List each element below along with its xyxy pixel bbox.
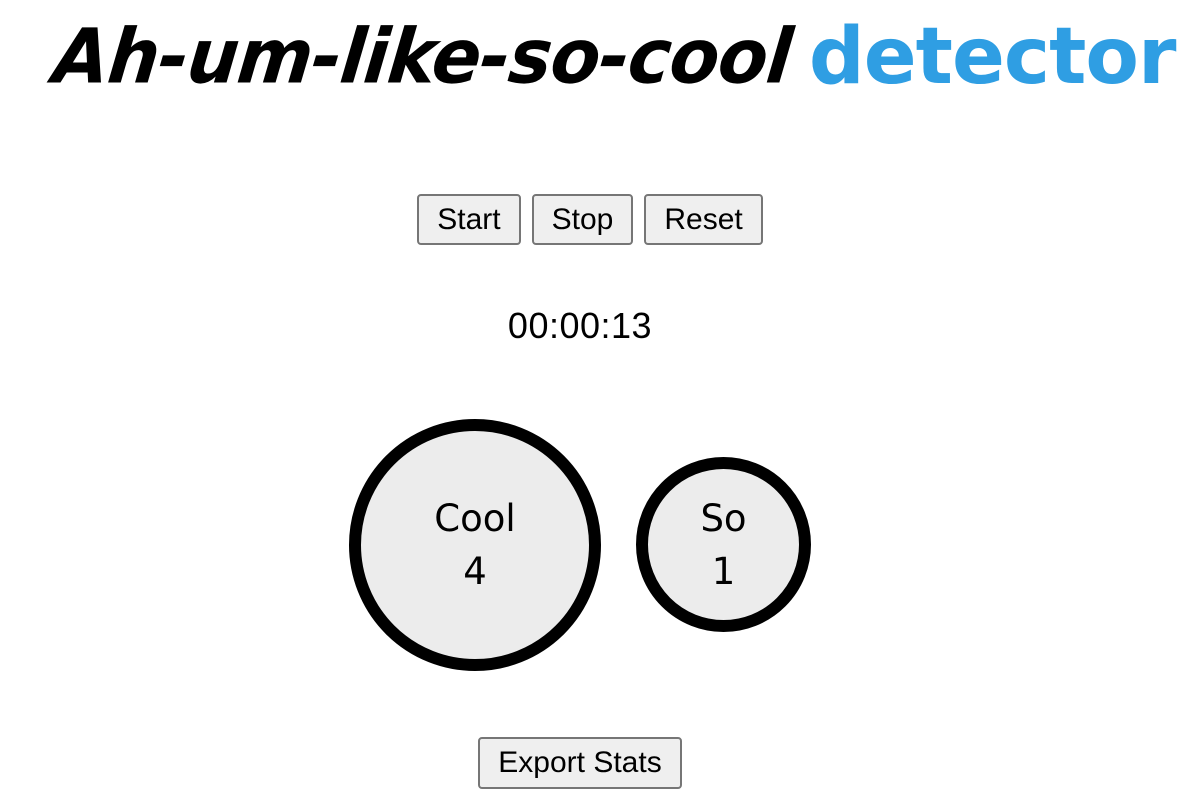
app-title: Ah-um-like-so-cool detector (49, 12, 1176, 102)
title-handwritten: Ah-um-like-so-cool (49, 12, 796, 101)
word-count: 1 (711, 549, 736, 593)
word-bubble-so[interactable]: So 1 (636, 457, 811, 632)
elapsed-timer: 00:00:13 (507, 305, 653, 346)
timer-controls: Start Stop Reset (0, 194, 1178, 245)
export-area: Export Stats (0, 737, 1160, 789)
title-accent: detector (808, 12, 1176, 102)
word-bubble-cool[interactable]: Cool 4 (349, 419, 601, 671)
app-page: Ah-um-like-so-cool detector Start Stop Re… (0, 0, 1178, 810)
start-button[interactable]: Start (417, 194, 521, 245)
word-label: Cool (434, 497, 516, 540)
reset-button[interactable]: Reset (644, 194, 763, 245)
word-count: 4 (463, 550, 487, 593)
stop-button[interactable]: Stop (531, 194, 634, 245)
export-stats-button[interactable]: Export Stats (478, 737, 682, 789)
word-label: So (700, 496, 747, 540)
